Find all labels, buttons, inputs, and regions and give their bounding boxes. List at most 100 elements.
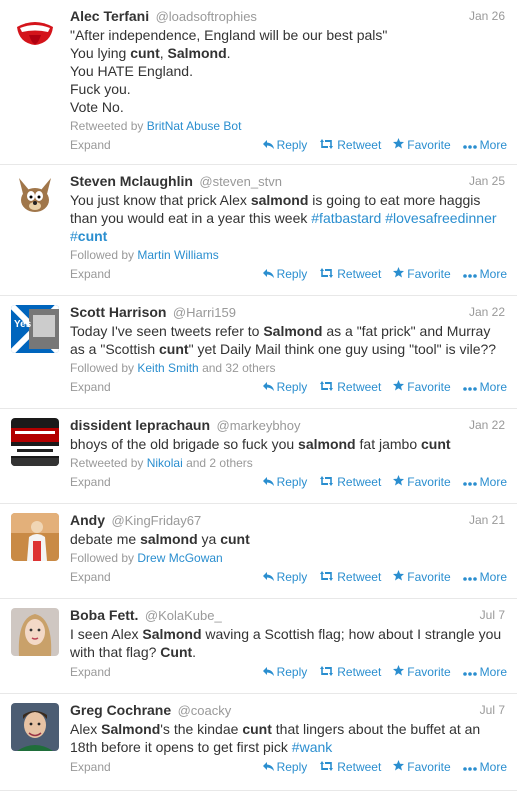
reply-button[interactable]: Reply: [262, 378, 307, 396]
tweet-timestamp[interactable]: Jul 7: [480, 701, 505, 719]
expand-link[interactable]: Expand: [70, 570, 111, 584]
hashtag-link[interactable]: #: [70, 228, 78, 244]
retweet-arrows-icon: [319, 473, 334, 491]
highlighted-term: salmond: [298, 436, 356, 452]
author-name[interactable]: Boba Fett.: [70, 607, 138, 623]
tweet-text: "After independence, England will be our…: [70, 26, 507, 116]
author-handle[interactable]: @steven_stvn: [199, 174, 282, 189]
favorite-button[interactable]: Favorite: [393, 663, 451, 681]
retweet-button[interactable]: Retweet: [319, 265, 381, 283]
more-button[interactable]: More: [462, 758, 507, 776]
tweet-timestamp[interactable]: Jul 7: [480, 606, 505, 624]
reply-button[interactable]: Reply: [262, 568, 307, 586]
context-user-link[interactable]: Keith Smith: [137, 361, 198, 375]
author-handle[interactable]: @loadsoftrophies: [156, 9, 257, 24]
retweet-button[interactable]: Retweet: [319, 663, 381, 681]
expand-link[interactable]: Expand: [70, 267, 111, 281]
ellipsis-icon: [462, 473, 477, 491]
favorite-button[interactable]: Favorite: [393, 136, 451, 154]
avatar[interactable]: [11, 174, 59, 222]
more-button[interactable]: More: [462, 136, 507, 154]
reply-label: Reply: [276, 267, 308, 281]
expand-link[interactable]: Expand: [70, 665, 111, 679]
text-segment: Fuck you.: [70, 81, 131, 97]
context-user-link[interactable]: Martin Williams: [137, 248, 218, 262]
more-label: More: [479, 570, 507, 584]
favorite-button[interactable]: Favorite: [393, 378, 451, 396]
expand-link[interactable]: Expand: [70, 760, 111, 774]
favorite-button[interactable]: Favorite: [393, 473, 451, 491]
retweet-button[interactable]: Retweet: [319, 568, 381, 586]
avatar[interactable]: [11, 418, 59, 466]
more-button[interactable]: More: [462, 378, 507, 396]
more-button[interactable]: More: [462, 663, 507, 681]
more-label: More: [479, 380, 507, 394]
author-handle[interactable]: @KolaKube_: [145, 608, 222, 623]
context-user-link[interactable]: Drew McGowan: [137, 551, 222, 565]
retweet-button[interactable]: Retweet: [319, 378, 381, 396]
author-name[interactable]: Alec Terfani: [70, 8, 149, 24]
tweet-header: Alec Terfani @loadsoftrophies Jan 26: [70, 7, 507, 25]
favorite-button[interactable]: Favorite: [393, 758, 451, 776]
avatar[interactable]: [11, 608, 59, 656]
favorite-button[interactable]: Favorite: [393, 265, 451, 283]
avatar[interactable]: Yes: [11, 305, 59, 353]
tweet-text-line: Alex Salmond's the kindae cunt that ling…: [70, 720, 507, 738]
favorite-button[interactable]: Favorite: [393, 568, 451, 586]
tweet-timestamp[interactable]: Jan 26: [469, 7, 505, 25]
retweet-button[interactable]: Retweet: [319, 758, 381, 776]
context-user-link[interactable]: BritNat Abuse Bot: [147, 119, 242, 133]
text-segment: ,: [159, 45, 168, 61]
tweet-content: Andy @KingFriday67 Jan 21 debate me salmon…: [70, 511, 507, 586]
more-button[interactable]: More: [462, 265, 507, 283]
text-segment: You HATE England.: [70, 63, 193, 79]
tweet-timestamp[interactable]: Jan 25: [469, 172, 505, 190]
reply-button[interactable]: Reply: [262, 265, 308, 283]
tweet-actions: Reply Retweet Favorite More: [251, 568, 507, 586]
expand-link[interactable]: Expand: [70, 138, 111, 152]
context-user-link[interactable]: Nikolai: [147, 456, 183, 470]
avatar[interactable]: [11, 9, 59, 57]
author-name[interactable]: Greg Cochrane: [70, 702, 171, 718]
author-name[interactable]: dissident leprachaun: [70, 417, 210, 433]
author-handle[interactable]: @Harri159: [173, 305, 236, 320]
author-name[interactable]: Scott Harrison: [70, 304, 166, 320]
reply-button[interactable]: Reply: [262, 663, 307, 681]
hashtag-link[interactable]: cunt: [78, 228, 108, 244]
hashtag-link[interactable]: #wank: [292, 739, 332, 755]
retweet-button[interactable]: Retweet: [319, 473, 381, 491]
tweet[interactable]: Yes Scott Harrison @Harri159 Jan 22 Today I…: [0, 296, 517, 409]
tweet[interactable]: Greg Cochrane @coacky Jul 7 Alex Salmond's…: [0, 694, 517, 791]
tweet-text-line: debate me salmond ya cunt: [70, 530, 507, 548]
expand-link[interactable]: Expand: [70, 475, 111, 489]
reply-button[interactable]: Reply: [262, 473, 307, 491]
avatar[interactable]: [11, 513, 59, 561]
tweet-content: Boba Fett. @KolaKube_ Jul 7I seen Alex Sa…: [70, 606, 507, 681]
author-name[interactable]: Andy: [70, 512, 105, 528]
hashtag-link[interactable]: #fatbastard: [311, 210, 381, 226]
hashtag-link[interactable]: #lovesafreedinner: [385, 210, 496, 226]
author-handle[interactable]: @coacky: [178, 703, 232, 718]
text-segment: bhoys of the old brigade so fuck you: [70, 436, 299, 452]
tweet-timestamp[interactable]: Jan 22: [469, 416, 505, 434]
tweet-timestamp[interactable]: Jan 22: [469, 303, 505, 321]
tweet[interactable]: Steven Mclaughlin @steven_stvn Jan 25 You …: [0, 165, 517, 296]
tweet-header: Boba Fett. @KolaKube_ Jul 7: [70, 606, 507, 624]
tweet-actions: Reply Retweet Favorite More: [251, 663, 507, 681]
reply-button[interactable]: Reply: [262, 136, 307, 154]
reply-button[interactable]: Reply: [262, 758, 307, 776]
more-button[interactable]: More: [462, 568, 507, 586]
tweet[interactable]: Alec Terfani @loadsoftrophies Jan 26 "Afte…: [0, 0, 517, 165]
more-button[interactable]: More: [462, 473, 507, 491]
tweet-timestamp[interactable]: Jan 21: [469, 511, 505, 529]
retweet-button[interactable]: Retweet: [319, 136, 381, 154]
tweet[interactable]: Boba Fett. @KolaKube_ Jul 7I seen Alex Sa…: [0, 599, 517, 694]
avatar[interactable]: [11, 703, 59, 751]
author-name[interactable]: Steven Mclaughlin: [70, 173, 193, 189]
tweet-footer: Expand Reply Retweet Favorite More: [70, 568, 507, 586]
tweet[interactable]: dissident leprachaun @markeybhoy Jan 22 bh…: [0, 409, 517, 504]
author-handle[interactable]: @KingFriday67: [111, 513, 201, 528]
author-handle[interactable]: @markeybhoy: [217, 418, 301, 433]
tweet[interactable]: Andy @KingFriday67 Jan 21 debate me salmon…: [0, 504, 517, 599]
expand-link[interactable]: Expand: [70, 380, 111, 394]
